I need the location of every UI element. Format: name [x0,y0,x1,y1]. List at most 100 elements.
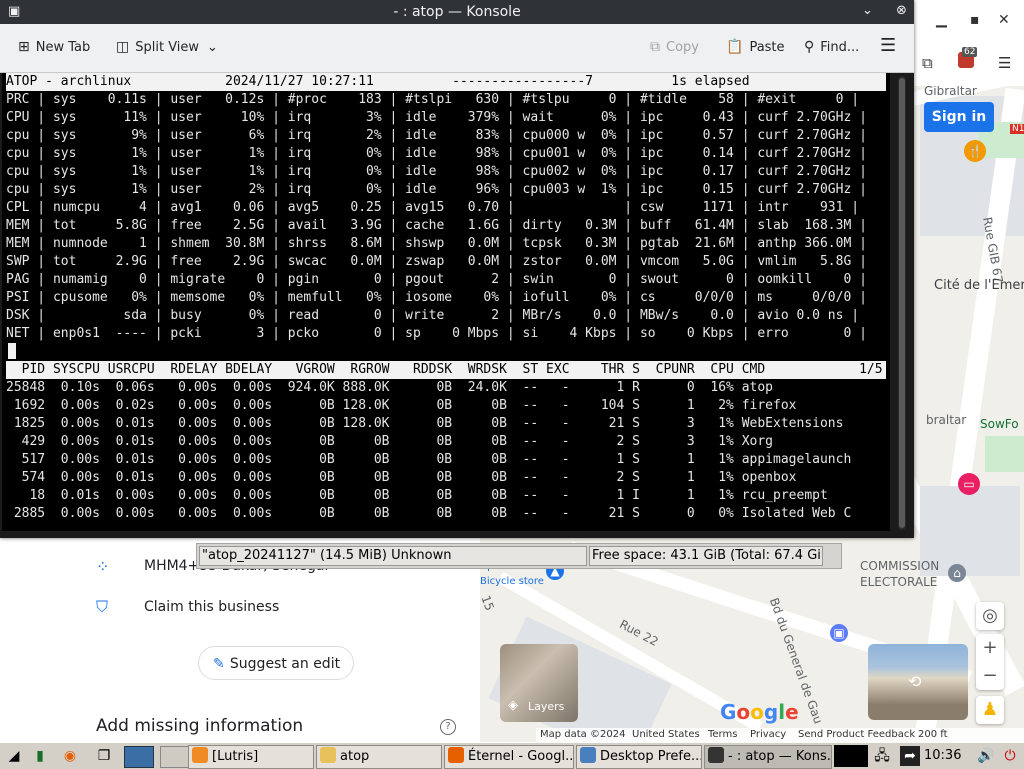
notification-icon[interactable]: ➦ [900,746,920,766]
map-data-text: Map data ©2024 [540,729,626,740]
konsole-window: ▣ - : atop — Konsole ⌄ ⊗ ⊞ New Tab ◫ Split… [0,0,914,538]
layers-icon: ◈ [508,698,518,713]
layers-button[interactable]: ◈ Layers [500,644,578,722]
browser-chrome: ▁ ▪ ✕ ⧉ 62 ☰ [912,0,1024,86]
workspace-pager[interactable] [124,746,154,768]
atop-stat-line: CPU | sys 11% | user 10% | irq 3% | idle… [6,110,867,125]
extension-badge: 62 [962,47,978,57]
terminal-scrollbar[interactable] [898,76,906,530]
taskbar-item[interactable]: Desktop Prefe... [576,745,702,769]
government-pin-icon[interactable]: ⌂ [948,564,966,582]
konsole-toolbar: ⊞ New Tab ◫ Split View ⌄ ⧉ Copy 📋 Paste ⚲ Find… [0,24,914,73]
folder-icon [320,747,336,763]
terminal-icon [708,747,724,763]
maximize-icon[interactable]: ▪ [970,12,980,28]
map-label: Bicycle store [480,576,544,587]
firefox-launcher-icon[interactable]: ◉ [60,746,80,766]
map-label: 15 [480,593,497,613]
country-link[interactable]: United States [632,729,700,740]
feedback-link[interactable]: Send Product Feedback [798,729,915,740]
taskbar-item[interactable]: atop [316,745,442,769]
process-row: 2885 0.00s 0.00s 0.00s 0.00s 0B 0B 0B 0B… [6,506,852,521]
window-title: - : atop — Konsole [393,4,521,20]
atop-stat-line: NET | enp0s1 ---- | pcki 3 | pcko 0 | sp… [6,326,867,341]
split-view-button[interactable]: ◫ Split View ⌄ [116,39,218,55]
paste-icon: 📋 [726,39,744,55]
volume-icon[interactable]: 🔊 [976,746,996,766]
process-table-header: PID SYSCPU USRCPU RDELAY BDELAY VGROW RG… [6,361,886,379]
desktop-prefs-icon [580,747,596,763]
google-logo: Google [720,700,799,724]
hamburger-menu-icon[interactable]: ☰ [998,54,1011,72]
map-attribution-bar: Map data ©2024 United States Terms Priva… [536,728,1024,742]
my-location-icon[interactable]: ◎ [976,602,1004,630]
title-bar[interactable]: ▣ - : atop — Konsole ⌄ ⊗ [0,0,914,24]
new-tab-icon: ⊞ [18,39,30,55]
zoom-controls[interactable]: + − [976,634,1004,690]
map-label: braltar [926,413,967,427]
copy-button[interactable]: ⧉ Copy [650,39,699,55]
terms-link[interactable]: Terms [708,729,737,740]
free-space-text: Free space: 43.1 GiB (Total: 67.4 GiB) [589,546,823,566]
hamburger-menu-icon[interactable]: ☰ [880,35,896,56]
atop-stat-line: PRC | sys 0.11s | user 0.12s | #proc 183… [6,92,860,107]
show-desktop-icon[interactable]: ❐ [94,746,114,766]
atop-stat-line: CPL | numcpu 4 | avg1 0.06 | avg5 0.25 |… [6,200,860,215]
restaurant-pin-icon[interactable]: 🍴 [964,140,986,162]
zoom-in-icon[interactable]: + [976,634,1004,662]
paste-button[interactable]: 📋 Paste [726,39,785,55]
network-icon[interactable]: 🖧 [872,746,892,766]
close-icon[interactable]: ✕ [998,12,1010,28]
taskbar-item-label: Éternel - Googl... [468,749,574,764]
building-pin-icon[interactable]: ▣ [830,624,848,642]
claim-business-link[interactable]: Claim this business [144,599,279,615]
taskbar-item[interactable]: - : atop — Kons... [704,745,832,769]
taskbar-item[interactable]: Éternel - Googl... [444,745,574,769]
taskbar-item[interactable]: [Lutris] [188,745,314,769]
minimize-icon[interactable]: ▁ [936,12,947,28]
atop-stat-line: MEM | numnode 1 | shmem 30.8M | shrss 8.… [6,236,867,251]
new-tab-button[interactable]: ⊞ New Tab [18,39,90,55]
atop-stat-line: cpu | sys 1% | user 1% | irq 0% | idle 9… [6,164,867,179]
minimize-icon[interactable]: ⌄ [862,3,873,18]
suggest-edit-button[interactable]: ✎ Suggest an edit [198,646,354,680]
workspace-pager-2[interactable] [160,746,190,768]
help-icon[interactable]: ? [440,719,456,735]
map-label: Gibraltar [924,86,977,98]
atop-stat-line: PSI | cpusome 0% | memsome 0% | memfull … [6,290,867,305]
privacy-link[interactable]: Privacy [750,729,786,740]
find-label: Find... [820,40,860,55]
zoom-out-icon[interactable]: − [976,662,1004,690]
map-label: COMMISSION [860,559,940,573]
extensions-icon[interactable]: ⧉ [922,54,933,72]
process-row: 429 0.00s 0.01s 0.00s 0.00s 0B 0B 0B 0B … [6,434,774,449]
copy-icon: ⧉ [650,39,660,55]
scrollbar-thumb[interactable] [899,78,905,528]
power-icon[interactable]: ⏻ [1000,746,1020,766]
find-button[interactable]: ⚲ Find... [804,39,859,55]
process-row: 1825 0.00s 0.01s 0.00s 0.00s 0B 128.0K 0… [6,416,844,431]
file-status-bar: "atop_20241127" (14.5 MiB) Unknown Free … [196,543,842,569]
split-view-label: Split View [135,40,200,55]
paste-label: Paste [749,40,785,55]
add-missing-info-heading: Add missing information [96,716,304,736]
system-tray-area [834,745,868,767]
atop-stat-line: MEM | tot 5.8G | free 2.5G | avail 3.9G … [6,218,867,233]
sign-in-button[interactable]: Sign in [924,102,994,132]
shopping-pin-icon[interactable]: ▭ [958,473,980,495]
layers-label: Layers [528,700,565,713]
taskbar-item-label: Desktop Prefe... [600,749,702,764]
terminal-launcher-icon[interactable]: ▮ [30,746,50,766]
street-view-thumbnail[interactable]: ⟲ [868,644,968,720]
terminal-area[interactable]: ATOP - archlinux 2024/11/27 10:27:11 ---… [2,73,890,531]
start-menu-icon[interactable]: ◢ [4,746,24,766]
rotate-360-icon: ⟲ [908,672,922,691]
atop-stat-line: SWP | tot 2.9G | free 2.9G | swcac 0.0M … [6,254,867,269]
atop-stat-line: DSK | sda | busy 0% | read 0 | write 2 |… [6,308,860,323]
process-row: 517 0.00s 0.01s 0.00s 0.00s 0B 0B 0B 0B … [6,452,852,467]
pegman-icon[interactable]: ♟ [976,696,1004,724]
close-icon[interactable]: ⊗ [896,3,907,18]
process-row: 1692 0.00s 0.02s 0.00s 0.00s 0B 128.0K 0… [6,398,797,413]
plus-code-icon: ⁘ [96,557,110,576]
atop-header-line: ATOP - archlinux 2024/11/27 10:27:11 ---… [6,73,886,91]
